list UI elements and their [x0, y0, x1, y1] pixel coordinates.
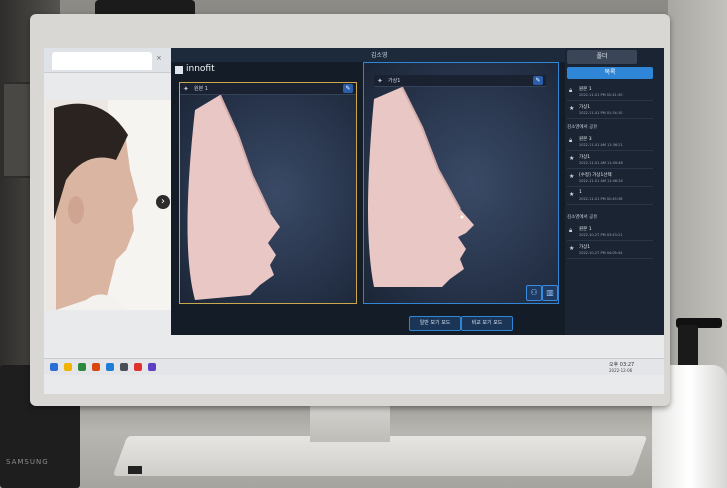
browser-icon[interactable]: [106, 363, 114, 371]
edit-pencil-icon[interactable]: ✎: [533, 76, 543, 85]
star-icon: ✦: [377, 77, 383, 85]
view-header: ✦ 원본 1 ✎: [180, 83, 356, 95]
app-icon[interactable]: [134, 363, 142, 371]
next-arrow-button[interactable]: ›: [156, 195, 170, 209]
delete-icon[interactable]: ▥: [542, 285, 558, 301]
view-header: ✦ 가상1 ✎: [374, 75, 546, 87]
star-icon: ★: [569, 245, 575, 252]
group-title: 김소영에서 공유: [567, 125, 598, 130]
bottle-neck: [678, 325, 698, 370]
stand-logo: [128, 466, 142, 474]
speaker-logo: SAMSUNG: [6, 458, 49, 466]
lock-icon: 🔒︎: [569, 87, 573, 94]
list-item[interactable]: ★ [수정] 가상1선택 2022-11-01 AM 11:46:34: [567, 170, 653, 187]
list-item[interactable]: 🔒︎ 원본 3 2022-11-01 AM 11:36:21: [567, 134, 653, 151]
list-button[interactable]: 목록: [567, 67, 653, 79]
3d-face-model-virtual: [368, 86, 474, 287]
star-icon: ★: [569, 155, 575, 162]
start-icon[interactable]: [50, 363, 58, 371]
monitor-screen: × › 김소영 innofit ✦ 원본 1 ✎ ✦ 가상1 ✎ ⚇ ▥ 일반 …: [44, 48, 664, 394]
view-label: 원본 1: [194, 86, 208, 92]
record-sidebar: 폴더 목록 🔒︎ 원본 1 2022-11-01 PM 02:41:30 ★ 가…: [565, 48, 664, 335]
list-item[interactable]: ★ 가상1 2022-11-01 PM 01:34:10: [567, 102, 653, 119]
window-title: 김소영: [371, 52, 388, 59]
virtual-3d-view[interactable]: ✦ 가상1 ✎ ⚇ ▥: [363, 62, 559, 304]
app-icon[interactable]: [120, 363, 128, 371]
list-item[interactable]: 🔒︎ 원본 1 2022-10-27 PM 03:43:21: [567, 224, 653, 241]
clock-date[interactable]: 2022-12-06: [609, 368, 632, 373]
group-title: 김소영에서 공유: [567, 215, 598, 220]
close-icon[interactable]: ×: [156, 54, 162, 62]
star-icon: ★: [569, 105, 575, 112]
innofit-app-window: 김소영 innofit ✦ 원본 1 ✎ ✦ 가상1 ✎ ⚇ ▥ 일반 보기 모…: [171, 48, 664, 335]
person-reset-icon[interactable]: ⚇: [526, 285, 542, 301]
monitor-stand: [310, 402, 390, 442]
normal-view-mode-button[interactable]: 일반 보기 모드: [409, 316, 461, 331]
windows-taskbar: [44, 358, 664, 375]
lock-icon: 🔒︎: [569, 137, 573, 144]
face-photo: [46, 100, 171, 310]
list-item[interactable]: ★ 1 2022-11-01 PM 02:45:38: [567, 188, 653, 205]
app-icon[interactable]: [148, 363, 156, 371]
browser-tab[interactable]: [52, 52, 152, 70]
list-item[interactable]: 🔒︎ 원본 1 2022-11-01 PM 02:41:30: [567, 84, 653, 101]
original-3d-view[interactable]: ✦ 원본 1 ✎: [179, 82, 357, 304]
logo-mark-icon: [175, 66, 183, 74]
view-label: 가상1: [388, 78, 401, 84]
star-icon: ★: [569, 191, 575, 198]
3d-face-model-original: [187, 94, 280, 300]
list-item[interactable]: ★ 가상1 2022-10-27 PM 04:05:44: [567, 242, 653, 259]
logo-text: innofit: [186, 64, 215, 74]
folder-button[interactable]: 폴더: [567, 50, 637, 64]
star-icon: ✦: [183, 85, 189, 93]
list-item[interactable]: ★ 가상1 2022-11-01 AM 11:45:46: [567, 152, 653, 169]
monitor-stand-base: [112, 436, 648, 476]
edit-pencil-icon[interactable]: ✎: [343, 84, 353, 93]
app-icon[interactable]: [78, 363, 86, 371]
app-icon[interactable]: [92, 363, 100, 371]
lock-icon: 🔒︎: [569, 227, 573, 234]
star-icon: ★: [569, 173, 575, 180]
compare-view-mode-button[interactable]: 비교 보기 모드: [461, 316, 513, 331]
folder-icon[interactable]: [64, 363, 72, 371]
patient-photo: [46, 100, 171, 310]
clock-time[interactable]: 오후 03:27: [609, 361, 634, 368]
